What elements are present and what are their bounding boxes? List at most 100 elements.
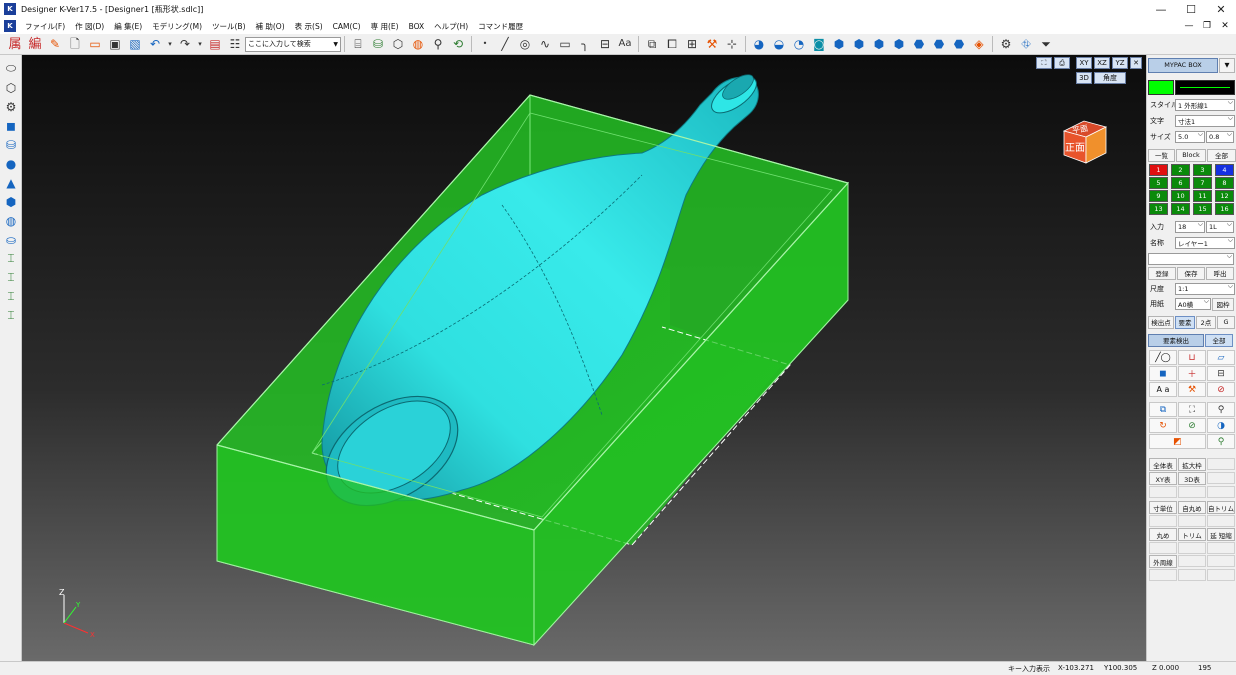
snap-bracket-icon[interactable]: ⊔	[1178, 350, 1206, 365]
beam-4-icon[interactable]: ⌶	[0, 306, 22, 325]
group-icon[interactable]: ⧉	[643, 35, 661, 53]
input-select-2[interactable]: 1L	[1206, 221, 1234, 233]
text-style-select[interactable]: 寸法1	[1175, 115, 1235, 127]
size-select-2[interactable]: 0.8	[1206, 131, 1234, 143]
register-button[interactable]: 登録	[1148, 266, 1176, 280]
ungroup-icon[interactable]: ⧠	[663, 35, 681, 53]
dimension-unit-button[interactable]: 寸単位	[1149, 501, 1177, 514]
new-file-icon[interactable]: 🗋	[66, 35, 84, 53]
view-cube-2-icon[interactable]: ⬢	[850, 35, 868, 53]
layer-button[interactable]: 10	[1171, 190, 1190, 202]
tab-list[interactable]: 一覧	[1148, 148, 1175, 162]
divider-tool-icon[interactable]: ⊹	[723, 35, 741, 53]
layer-button[interactable]: 2	[1171, 164, 1190, 176]
view-angle-button[interactable]: 角度	[1094, 72, 1126, 84]
menu-modeling[interactable]: モデリング(M)	[147, 21, 207, 32]
view-shade-1-icon[interactable]: ◕	[750, 35, 768, 53]
view-copy-icon[interactable]: ⧉	[1149, 402, 1177, 417]
gear-icon[interactable]: ⚙	[0, 97, 22, 116]
rectangle-icon[interactable]: ▭	[556, 35, 574, 53]
menu-cam[interactable]: CAM(C)	[328, 22, 366, 31]
mypac-box-button[interactable]: MYPAC BOX	[1148, 57, 1218, 73]
prism-icon[interactable]: ⬢	[0, 192, 22, 211]
view-fit-icon[interactable]: ⛶	[1178, 402, 1206, 417]
layer-button[interactable]: 16	[1215, 203, 1234, 215]
beam-1-icon[interactable]: ⌶	[0, 249, 22, 268]
all-select-button[interactable]: 全部	[1205, 333, 1233, 347]
layer-button[interactable]: 14	[1171, 203, 1190, 215]
menu-special[interactable]: 専 用(E)	[366, 21, 404, 32]
sphere-icon[interactable]: ●	[0, 154, 22, 173]
current-color-swatch[interactable]	[1148, 79, 1174, 95]
snap-surface-icon[interactable]: ▱	[1207, 350, 1235, 365]
view-cube-3-icon[interactable]: ⬢	[870, 35, 888, 53]
close-button[interactable]: ✕	[1206, 0, 1236, 18]
tab-all[interactable]: 全部	[1207, 148, 1236, 162]
snap-solid-icon[interactable]: ◼	[1149, 366, 1177, 381]
redo-dropdown-icon[interactable]: ▾	[196, 35, 204, 53]
layer-move-icon[interactable]: ⊞	[683, 35, 701, 53]
size-select-1[interactable]: 5.0	[1175, 131, 1205, 143]
input-select-1[interactable]: 18	[1175, 221, 1205, 233]
3d-view-button[interactable]: 3D表	[1178, 472, 1206, 485]
menu-command-history[interactable]: コマンド履歴	[473, 21, 528, 32]
fillet-icon[interactable]: ╮	[576, 35, 594, 53]
layer-button[interactable]: 12	[1215, 190, 1234, 202]
menu-draw[interactable]: 作 図(D)	[70, 21, 109, 32]
snap-line-icon[interactable]: ╱◯	[1149, 350, 1177, 365]
snap-text-button[interactable]: A a	[1149, 382, 1177, 397]
layer-button[interactable]: 8	[1215, 177, 1234, 189]
attribute-button[interactable]: 属	[6, 35, 24, 53]
circle-icon[interactable]: ◎	[516, 35, 534, 53]
view-orbit-icon[interactable]: ⊘	[1178, 418, 1206, 433]
view-cube-6-icon[interactable]: ⬣	[930, 35, 948, 53]
layer-button[interactable]: 4	[1215, 164, 1234, 176]
detect-element-button[interactable]: 要素	[1175, 315, 1195, 329]
beam-2-icon[interactable]: ⌶	[0, 268, 22, 287]
auto-fillet-button[interactable]: 自丸め	[1178, 501, 1206, 514]
style-select[interactable]: 1 外形線1	[1175, 99, 1235, 111]
menu-help[interactable]: ヘルプ(H)	[429, 21, 473, 32]
print-view-icon[interactable]: ⎙	[1054, 57, 1070, 69]
layer-stack-icon[interactable]: ▤	[206, 35, 224, 53]
menu-edit[interactable]: 編 集(E)	[109, 21, 147, 32]
layer-button[interactable]: 1	[1149, 164, 1168, 176]
line-icon[interactable]: ╱	[496, 35, 514, 53]
properties-icon[interactable]: ⚙	[997, 35, 1015, 53]
redo-icon[interactable]: ↷	[176, 35, 194, 53]
detect-two-point-button[interactable]: 2点	[1196, 315, 1216, 329]
menu-view[interactable]: 表 示(S)	[290, 21, 328, 32]
view-shade-4-icon[interactable]: ◙	[810, 35, 828, 53]
save-button[interactable]: 保存	[1177, 266, 1205, 280]
view-3d-button[interactable]: 3D	[1076, 72, 1092, 84]
fillet-button[interactable]: 丸め	[1149, 528, 1177, 541]
ellipse-icon[interactable]: ⬭	[0, 59, 22, 78]
picture-icon[interactable]: ▧	[126, 35, 144, 53]
view-shade-3-icon[interactable]: ◔	[790, 35, 808, 53]
layer-name-select[interactable]: レイヤー1	[1175, 237, 1235, 249]
layer-button[interactable]: 3	[1193, 164, 1212, 176]
brush-icon[interactable]: ✎	[46, 35, 64, 53]
menu-tool[interactable]: ツール(B)	[207, 21, 251, 32]
dimension-icon[interactable]: ⊟	[596, 35, 614, 53]
view-all-button[interactable]: 全体表	[1149, 458, 1177, 471]
mypac-dropdown-icon[interactable]: ▼	[1219, 57, 1235, 73]
tab-block[interactable]: Block	[1176, 148, 1206, 162]
rotate-icon[interactable]: ⟲	[449, 35, 467, 53]
edit-button[interactable]: 編	[26, 35, 44, 53]
view-cube-7-icon[interactable]: ⬣	[950, 35, 968, 53]
mdi-close-button[interactable]: ✕	[1216, 18, 1234, 34]
view-xz-button[interactable]: XZ	[1094, 57, 1110, 69]
outer-line-button[interactable]: 外周線	[1149, 555, 1177, 568]
view-refresh-icon[interactable]: ↻	[1149, 418, 1177, 433]
open-folder-icon[interactable]: ▭	[86, 35, 104, 53]
hexagon-icon[interactable]: ⬡	[0, 78, 22, 97]
extend-shorten-button[interactable]: 延 短縮	[1207, 528, 1235, 541]
point-icon[interactable]: •	[476, 35, 494, 53]
blank-select[interactable]	[1148, 253, 1234, 265]
layer-button[interactable]: 13	[1149, 203, 1168, 215]
text-tool-button[interactable]: Aa	[616, 35, 634, 53]
menu-aux[interactable]: 補 助(O)	[251, 21, 290, 32]
snap-cross-icon[interactable]: ＋	[1178, 366, 1206, 381]
element-detect-button[interactable]: 要素検出	[1148, 333, 1204, 347]
